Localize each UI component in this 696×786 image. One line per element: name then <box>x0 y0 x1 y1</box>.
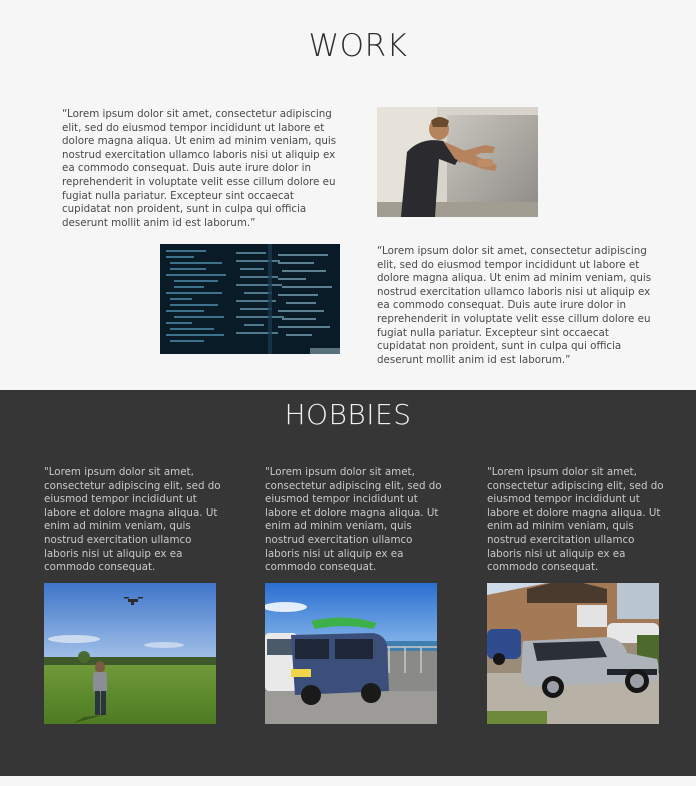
hobby-paragraph-2: "Lorem ipsum dolor sit amet, consectetur… <box>265 466 442 574</box>
hobbies-section: HOBBIES "Lorem ipsum dolor sit amet, con… <box>0 390 696 776</box>
hobby-photo-van-kayak <box>265 583 437 724</box>
work-photo-man-at-wall <box>377 107 538 217</box>
hobby-paragraph-3: "Lorem ipsum dolor sit amet, consectetur… <box>487 466 664 574</box>
hobby-paragraph-1: "Lorem ipsum dolor sit amet, consectetur… <box>44 466 221 574</box>
next-section <box>0 776 696 786</box>
page: WORK “Lorem ipsum dolor sit amet, consec… <box>0 0 696 786</box>
work-section: WORK “Lorem ipsum dolor sit amet, consec… <box>0 0 696 390</box>
hobby-photo-silver-car <box>487 583 659 724</box>
work-photo-code-screen <box>160 244 340 354</box>
work-paragraph-2: “Lorem ipsum dolor sit amet, consectetur… <box>377 245 652 366</box>
work-heading: WORK <box>308 28 408 64</box>
hobbies-heading: HOBBIES <box>284 398 412 431</box>
hobby-photo-drone-field <box>44 583 216 724</box>
work-paragraph-1: “Lorem ipsum dolor sit amet, consectetur… <box>62 108 337 229</box>
